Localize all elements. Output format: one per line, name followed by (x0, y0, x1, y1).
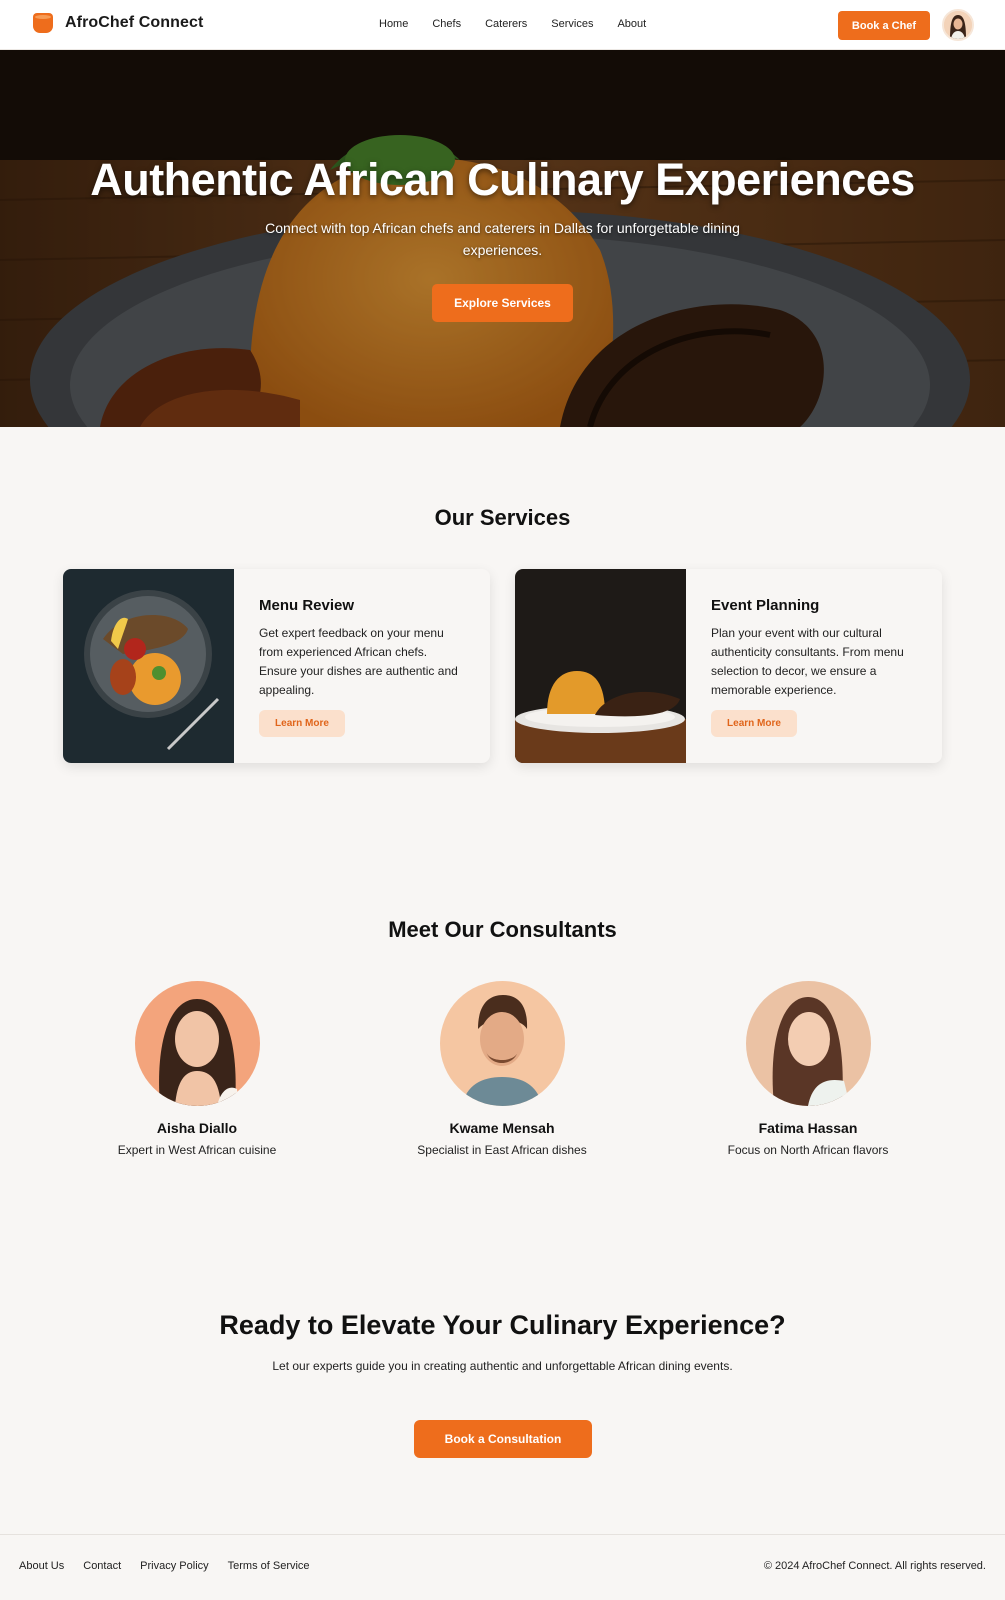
cta-title: Ready to Elevate Your Culinary Experienc… (219, 1310, 786, 1340)
service-card-body: Menu Review Get expert feedback on your … (259, 597, 464, 700)
consultant-role: Expert in West African cuisine (117, 1143, 277, 1157)
nav-link-about[interactable]: About (617, 18, 646, 30)
service-card-menu-review: Menu Review Get expert feedback on your … (63, 569, 490, 763)
hero-subtitle: Connect with top African chefs and cater… (265, 220, 740, 258)
user-avatar[interactable] (942, 9, 974, 41)
service-card-event-planning: Event Planning Plan your event with our … (515, 569, 942, 763)
service-title: Menu Review (259, 597, 355, 614)
learn-more-button[interactable]: Learn More (259, 710, 345, 737)
footer: About Us Contact Privacy Policy Terms of… (0, 1534, 1005, 1600)
nav-link-home[interactable]: Home (379, 18, 408, 30)
book-consultation-button[interactable]: Book a Consultation (414, 1420, 592, 1458)
copyright-text: © 2024 AfroChef Connect. All rights rese… (763, 1560, 986, 1572)
nav-link-caterers[interactable]: Caterers (485, 18, 527, 30)
nav-links: Home Chefs Caterers Services About (379, 18, 646, 30)
cooking-pot-icon (33, 13, 53, 33)
consultant-role: Specialist in East African dishes (417, 1143, 587, 1157)
consultant-portrait-icon (134, 981, 260, 1106)
brand[interactable]: AfroChef Connect (33, 13, 203, 33)
consultant-photo (745, 981, 871, 1106)
service-description: Plan your event with our cultural authen… (711, 626, 904, 697)
consultant-card: Aisha Diallo Expert in West African cuis… (67, 981, 327, 1157)
service-title: Event Planning (711, 597, 820, 614)
consultant-photo (134, 981, 260, 1106)
footer-links: About Us Contact Privacy Policy Terms of… (19, 1560, 329, 1572)
learn-more-button[interactable]: Learn More (711, 710, 797, 737)
consultant-card: Kwame Mensah Specialist in East African … (372, 981, 632, 1157)
event-planning-image (515, 569, 686, 763)
consultant-portrait-icon (439, 981, 565, 1106)
hero-title: Authentic African Culinary Experiences (90, 154, 915, 205)
book-chef-button[interactable]: Book a Chef (838, 11, 930, 40)
consultant-name: Aisha Diallo (156, 1120, 238, 1136)
consultant-name: Kwame Mensah (449, 1120, 555, 1136)
brand-name: AfroChef Connect (65, 14, 204, 31)
footer-link-terms-of-service[interactable]: Terms of Service (228, 1560, 310, 1572)
avatar-portrait-icon (944, 11, 972, 39)
nav-link-services[interactable]: Services (551, 18, 593, 30)
nav-link-chefs[interactable]: Chefs (432, 18, 461, 30)
consultants-title: Meet Our Consultants (388, 917, 617, 942)
consultant-photo (439, 981, 565, 1106)
explore-services-button[interactable]: Explore Services (432, 284, 573, 322)
consultant-card: Fatima Hassan Focus on North African fla… (678, 981, 938, 1157)
consultant-portrait-icon (745, 981, 871, 1106)
services-title: Our Services (434, 505, 571, 530)
cta-text: Let our experts guide you in creating au… (272, 1359, 733, 1373)
top-nav: AfroChef Connect Home Chefs Caterers Ser… (0, 0, 1005, 50)
footer-link-about-us[interactable]: About Us (19, 1560, 64, 1572)
consultant-role: Focus on North African flavors (727, 1143, 889, 1157)
footer-link-contact[interactable]: Contact (83, 1560, 121, 1572)
footer-link-privacy-policy[interactable]: Privacy Policy (140, 1560, 208, 1572)
menu-review-image (63, 569, 234, 763)
consultant-name: Fatima Hassan (758, 1120, 858, 1136)
service-description: Get expert feedback on your menu from ex… (259, 626, 458, 697)
hero-section: Authentic African Culinary Experiences C… (0, 50, 1005, 427)
service-card-body: Event Planning Plan your event with our … (711, 597, 916, 700)
